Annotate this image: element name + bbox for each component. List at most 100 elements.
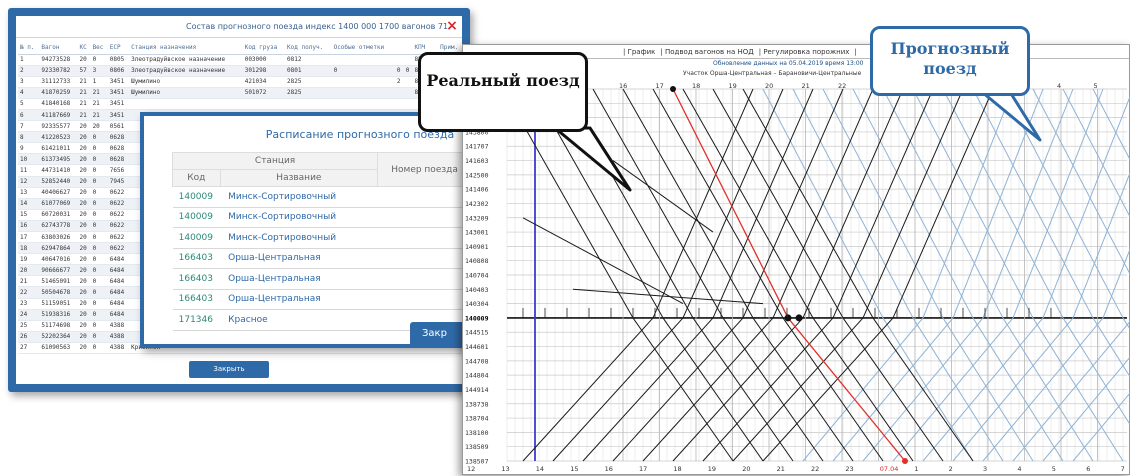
table-cell: 0561	[107, 120, 130, 133]
table-cell: 12	[18, 176, 40, 188]
table-cell: 20	[18, 264, 40, 277]
station-name[interactable]: Орша-Центральная	[220, 268, 378, 290]
station-code: 166403	[172, 289, 221, 310]
station-label: 144601	[465, 343, 489, 351]
table-cell: 6484	[107, 286, 130, 299]
hour-label-bottom: 20	[742, 465, 750, 473]
station-code: 140009	[172, 186, 221, 208]
close-icon[interactable]: ×	[446, 19, 458, 33]
table-cell: 20	[77, 164, 91, 177]
table-cell: 0	[90, 264, 108, 277]
table-row[interactable]: 44187025921213451Шумилино501072282585/00…	[18, 87, 468, 99]
table-cell: 6484	[107, 264, 130, 277]
schedule-close-button[interactable]: Закр	[410, 322, 470, 346]
table-cell: 22	[18, 286, 40, 299]
schedule-row[interactable]: 166403 Орша-Центральная	[172, 289, 472, 310]
schedule-row[interactable]: 140009 Минск-Сортировочный	[172, 207, 472, 228]
schedule-row[interactable]: 140009 Минск-Сортировочный	[172, 227, 472, 249]
table-cell: 41840168	[39, 98, 78, 110]
table-cell: 20	[90, 120, 108, 133]
table-cell: 60720031	[39, 209, 78, 221]
table-row[interactable]: 5 41840168 21 21 3451	[18, 98, 468, 110]
table-row[interactable]: 2 92330782 57 3 0806 Злеотрадуйвское назначен…	[18, 65, 468, 77]
table-cell: 0	[90, 242, 108, 255]
table-row[interactable]: 1 94273528 20 0 0805 Злеотрадуйвское назначен…	[18, 54, 468, 66]
table-cell	[403, 54, 413, 66]
hour-label-bottom: 2	[949, 465, 953, 473]
table-cell: 0805	[107, 54, 130, 66]
table-cell: 20	[77, 120, 91, 133]
table-cell: 6	[18, 109, 40, 122]
schedule-window-title: Расписание прогнозного поезда	[265, 128, 455, 141]
hour-label-top: 19	[729, 82, 737, 90]
graph-menu-item[interactable]: | Подвод вагонов на НОД	[660, 48, 753, 56]
table-cell: 41187669	[39, 109, 78, 122]
table-row[interactable]: 3311127332113451Шумилино4210342825285/00…	[18, 76, 468, 88]
station-name[interactable]: Минск-Сортировочный	[220, 207, 378, 228]
table-cell: 20	[77, 342, 91, 355]
station-code: 171346	[172, 309, 221, 331]
table-cell: 0622	[107, 209, 130, 221]
table-cell: 19	[18, 253, 40, 266]
hour-label-top: 16	[619, 82, 627, 90]
table-cell: 44731410	[39, 164, 78, 177]
station-label: 138100	[465, 429, 489, 437]
table-cell: 16	[18, 220, 40, 233]
train-marker	[784, 314, 792, 322]
station-label: 141603	[465, 157, 489, 165]
table-cell: 20	[77, 187, 91, 199]
station-name[interactable]: Минск-Сортировочный	[220, 186, 378, 208]
table-cell: Злеотрадуйвское назначение	[129, 54, 243, 66]
schedule-row[interactable]: 140009 Минск-Сортировочный	[172, 186, 472, 208]
consist-close-button[interactable]: Закрыть	[189, 361, 269, 378]
table-cell: 41220523	[39, 131, 78, 144]
table-cell: 51174698	[39, 320, 78, 332]
graph-menu-item[interactable]: | Регулировка порожних	[759, 48, 850, 56]
train-graph[interactable]: 1471081420041419381438001417071416031425…	[463, 81, 1130, 476]
table-cell: 0622	[107, 220, 130, 233]
table-cell: 24	[18, 309, 40, 321]
hour-label-bottom: 07.04	[880, 465, 899, 473]
table-cell: 0	[90, 342, 108, 355]
consist-table-header: № п. Вагон КС Вес ЕСР Станция назначения Код г…	[18, 42, 468, 55]
table-cell: 61421011	[39, 142, 78, 155]
table-cell: 8	[18, 131, 40, 144]
table-cell: 4388	[107, 320, 130, 332]
hour-label-bottom: 5	[1052, 465, 1056, 473]
table-cell: 0	[90, 275, 108, 288]
schedule-row[interactable]: 166403 Орша-Центральная	[172, 248, 472, 269]
table-cell	[394, 98, 404, 110]
station-name[interactable]: Орша-Центральная	[220, 289, 378, 310]
hour-label-bottom: 7	[1121, 465, 1125, 473]
table-cell: 10	[18, 153, 40, 166]
table-cell: 21	[77, 109, 91, 122]
graph-menu-item[interactable]: |	[854, 48, 856, 56]
table-cell: 18	[18, 242, 40, 255]
station-label: 144914	[465, 386, 489, 394]
table-cell: 0	[90, 253, 108, 266]
table-cell: 4388	[107, 342, 130, 355]
table-cell: 3	[18, 76, 40, 88]
table-cell: 0	[90, 320, 108, 332]
table-cell: 0	[90, 286, 108, 299]
hour-label-bottom: 12	[467, 465, 475, 473]
train-number	[377, 207, 472, 228]
schedule-row[interactable]: 166403 Орша-Центральная	[172, 268, 472, 290]
hour-label-bottom: 4	[1017, 465, 1021, 473]
table-cell	[331, 76, 395, 88]
consist-column-header: Станция назначения	[129, 42, 243, 55]
station-name[interactable]: Минск-Сортировочный	[220, 227, 378, 249]
hour-label-bottom: 13	[501, 465, 509, 473]
hour-label-bottom: 21	[777, 465, 785, 473]
station-name[interactable]: Красное	[220, 309, 378, 331]
station-label: 142302	[465, 200, 489, 208]
table-cell: 2825	[285, 87, 332, 99]
table-cell: 2	[18, 65, 40, 77]
consist-column-header: Вагон	[39, 42, 78, 55]
table-cell: 51159051	[39, 298, 78, 310]
graph-menu-item[interactable]: | График	[623, 48, 655, 56]
schedule-window: Расписание прогнозного поезда Станция Но…	[140, 112, 472, 348]
station-name[interactable]: Орша-Центральная	[220, 248, 378, 269]
table-cell: 0812	[285, 54, 332, 66]
table-cell: 20	[77, 231, 91, 244]
